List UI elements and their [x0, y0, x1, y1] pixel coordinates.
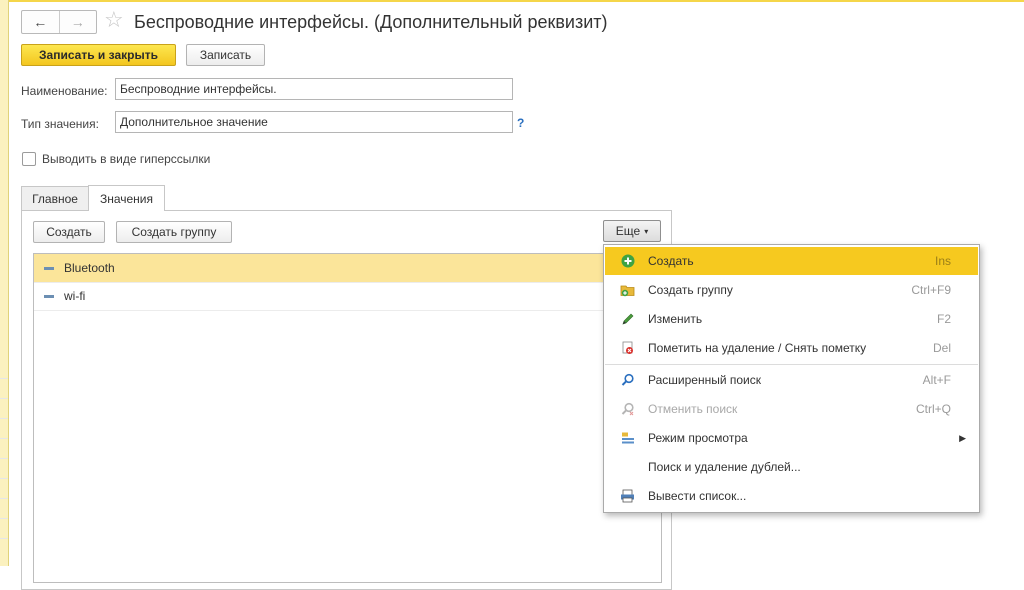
left-panel-divider: [0, 518, 8, 519]
more-button-label: Еще: [615, 224, 641, 238]
left-panel-divider: [0, 498, 8, 499]
left-panel-divider: [0, 398, 8, 399]
menu-item-output-list[interactable]: Вывести список...: [605, 482, 978, 510]
folder-add-icon: [620, 282, 636, 298]
page-title: Беспроводние интерфейсы. (Дополнительный…: [134, 12, 608, 32]
menu-item-shortcut: Del: [932, 341, 951, 355]
pencil-icon: [620, 311, 636, 327]
menu-item-view-mode[interactable]: Режим просмотра ▶: [605, 424, 978, 452]
more-button[interactable]: Еще ▾: [603, 220, 661, 242]
help-link[interactable]: ?: [517, 116, 524, 130]
hyperlink-checkbox-label[interactable]: Выводить в виде гиперссылки: [42, 152, 210, 166]
list-item-label: wi-fi: [64, 289, 86, 303]
menu-separator: [605, 364, 978, 365]
value-type-field[interactable]: Дополнительное значение: [115, 111, 513, 133]
menu-item-label: Изменить: [648, 312, 703, 326]
name-field[interactable]: Беспроводние интерфейсы.: [115, 78, 513, 100]
name-label: Наименование:: [21, 84, 108, 98]
left-panel-divider: [0, 438, 8, 439]
menu-item-create[interactable]: Создать Ins: [605, 247, 978, 275]
navigation-buttons: ← →: [21, 10, 97, 34]
item-icon: [44, 266, 54, 270]
cancel-search-icon: [620, 401, 636, 417]
menu-item-shortcut: Ctrl+F9: [911, 283, 951, 297]
search-icon: [620, 372, 636, 388]
menu-item-shortcut: Ctrl+Q: [915, 402, 951, 416]
menu-item-advanced-search[interactable]: Расширенный поиск Alt+F: [605, 366, 978, 394]
values-list: Bluetooth wi-fi: [33, 253, 662, 583]
menu-item-label: Вывести список...: [648, 489, 747, 503]
menu-item-spacer: [620, 459, 636, 475]
view-mode-icon: [620, 430, 636, 446]
list-item[interactable]: wi-fi: [34, 282, 661, 311]
delete-mark-icon: [620, 340, 636, 356]
menu-item-shortcut: F2: [936, 312, 951, 326]
left-panel-edge: [0, 0, 9, 566]
left-panel-divider: [0, 478, 8, 479]
menu-item-label: Режим просмотра: [648, 431, 748, 445]
forward-button[interactable]: →: [58, 11, 97, 33]
menu-item-cancel-search[interactable]: Отменить поиск Ctrl+Q: [605, 395, 978, 423]
value-type-label: Тип значения:: [21, 117, 99, 131]
list-output-icon: [620, 488, 636, 504]
list-item[interactable]: Bluetooth: [34, 254, 661, 283]
menu-item-label: Создать группу: [648, 283, 733, 297]
save-and-close-button[interactable]: Записать и закрыть: [21, 44, 176, 66]
menu-item-mark-delete[interactable]: Пометить на удаление / Снять пометку Del: [605, 334, 978, 362]
forward-arrow-icon: →: [70, 14, 85, 30]
menu-item-label: Создать: [648, 254, 694, 268]
more-menu: Создать Ins Создать группу Ctrl+F9 Измен…: [603, 244, 980, 513]
menu-item-shortcut: Alt+F: [922, 373, 951, 387]
menu-item-find-duplicates[interactable]: Поиск и удаление дублей...: [605, 453, 978, 481]
window-top-border: [8, 0, 1024, 2]
back-arrow-icon: ←: [33, 14, 48, 30]
menu-item-edit[interactable]: Изменить F2: [605, 305, 978, 333]
left-panel-divider: [0, 458, 8, 459]
menu-item-label: Отменить поиск: [648, 402, 738, 416]
favorite-star-icon[interactable]: ☆: [104, 6, 124, 34]
save-button[interactable]: Записать: [186, 44, 265, 66]
left-panel-divider: [0, 538, 8, 539]
tab-values[interactable]: Значения: [88, 185, 165, 211]
create-group-button[interactable]: Создать группу: [116, 221, 232, 243]
list-item-label: Bluetooth: [64, 261, 115, 275]
menu-item-label: Пометить на удаление / Снять пометку: [648, 341, 867, 355]
menu-item-label: Поиск и удаление дублей...: [648, 460, 801, 474]
menu-item-shortcut: Ins: [934, 254, 951, 268]
tab-main[interactable]: Главное: [21, 186, 89, 210]
left-panel-divider: [0, 378, 8, 379]
plus-circle-icon: [620, 253, 636, 269]
left-panel-divider: [0, 418, 8, 419]
create-button[interactable]: Создать: [33, 221, 105, 243]
submenu-arrow-icon: ▶: [959, 432, 966, 443]
hyperlink-checkbox[interactable]: [22, 152, 36, 166]
back-button[interactable]: ←: [22, 11, 59, 33]
menu-item-label: Расширенный поиск: [648, 373, 761, 387]
chevron-down-icon: ▾: [644, 226, 649, 236]
item-icon: [44, 294, 54, 298]
menu-item-create-group[interactable]: Создать группу Ctrl+F9: [605, 276, 978, 304]
